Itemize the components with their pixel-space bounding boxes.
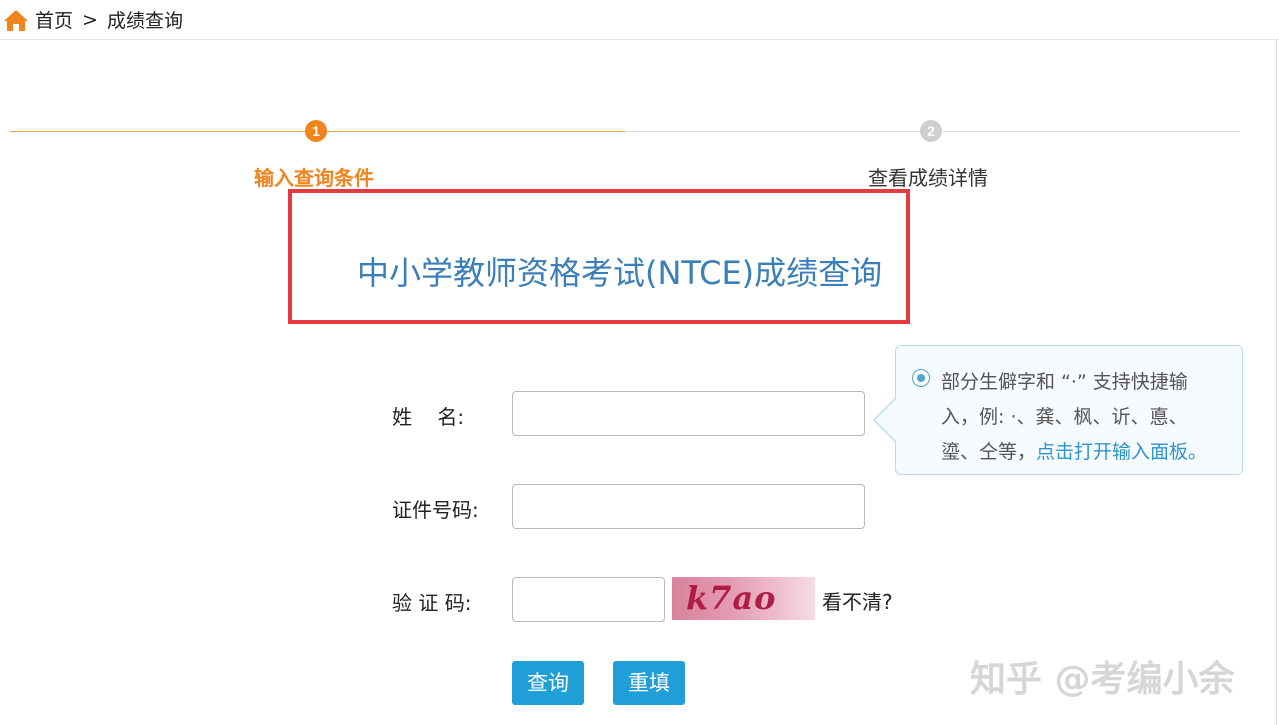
breadcrumb-current: 成绩查询 [106,10,183,32]
home-icon[interactable] [3,8,29,32]
watermark: 知乎 @考编小余 [970,659,1235,700]
tip-line-3-text: 瑬、仝等， [941,441,1037,463]
name-label: 姓 名: [392,405,465,429]
id-number-input[interactable] [512,484,865,529]
breadcrumb: 首页 > 成绩查询 [0,0,1279,40]
captcha-label: 验 证 码: [392,591,472,615]
captcha-image[interactable]: k7ao [672,577,815,620]
captcha-refresh-link[interactable]: 看不清? [822,586,893,615]
captcha-image-text: k7ao [686,579,777,617]
query-button[interactable]: 查询 [512,661,584,705]
open-input-panel-link[interactable]: 点击打开输入面板。 [1036,441,1207,463]
page: 首页 > 成绩查询 1 2 输入查询条件 查看成绩详情 中小学教师资格考试(NT… [0,0,1279,725]
tip-line-1: 部分生僻字和 “·” 支持快捷输 [941,371,1188,393]
captcha-input[interactable] [512,577,665,622]
tip-line-3: 瑬、仝等，点击打开输入面板。 [941,437,1207,464]
page-title: 中小学教师资格考试(NTCE)成绩查询 [357,254,883,292]
step-1-indicator: 1 [305,120,327,142]
right-divider [1276,40,1277,725]
id-number-label: 证件号码: [392,498,479,522]
step-2-label: 查看成绩详情 [868,166,988,190]
tip-line-2: 入，例: ·、龚、枫、䜣、悳、 [941,406,1188,428]
step-1-label: 输入查询条件 [254,166,374,190]
reset-button[interactable]: 重填 [613,661,685,705]
tooltip-arrow-fill [875,399,896,441]
info-bullet-icon [912,369,930,387]
name-input[interactable] [512,391,865,436]
breadcrumb-home-link[interactable]: 首页 [35,6,73,33]
breadcrumb-separator: > [82,8,98,31]
step-2-indicator: 2 [920,120,942,142]
